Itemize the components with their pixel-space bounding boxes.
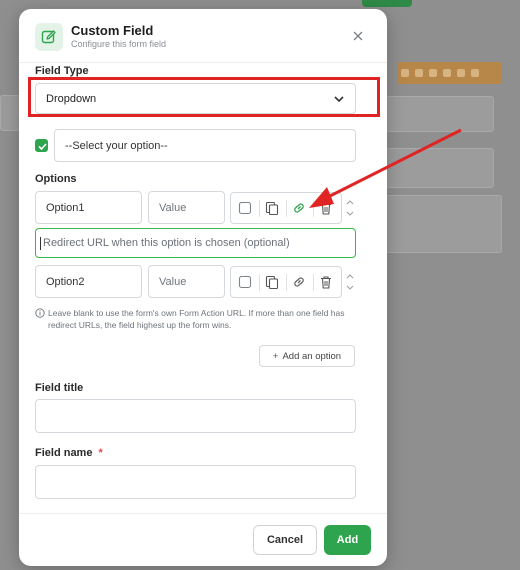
redirect-note-text: Leave blank to use the form's own Form A… bbox=[48, 308, 345, 330]
field-title-label: Field title bbox=[35, 382, 84, 394]
field-type-label: Field Type bbox=[35, 65, 89, 77]
dialog-subtitle: Configure this form field bbox=[71, 39, 167, 49]
option-name-input[interactable]: Option1 bbox=[35, 191, 142, 224]
option-value-input[interactable]: Value bbox=[148, 191, 225, 224]
option-name-value: Option1 bbox=[46, 201, 85, 214]
option-value-placeholder: Value bbox=[159, 201, 187, 214]
trash-icon[interactable] bbox=[317, 199, 335, 217]
background-panel bbox=[386, 195, 502, 253]
default-option-checkbox[interactable] bbox=[35, 139, 48, 152]
option-name-input[interactable]: Option2 bbox=[35, 265, 142, 298]
dialog-footer: Cancel Add bbox=[19, 513, 387, 566]
option-actions bbox=[230, 266, 342, 298]
check-icon bbox=[38, 143, 47, 151]
chevron-down-icon bbox=[334, 96, 344, 103]
info-icon bbox=[35, 308, 45, 318]
option-value-input[interactable]: Value bbox=[148, 265, 225, 298]
copy-icon[interactable] bbox=[263, 273, 281, 291]
cancel-button[interactable]: Cancel bbox=[253, 525, 317, 555]
edit-icon bbox=[35, 23, 63, 51]
redirect-url-placeholder: Redirect URL when this option is chosen … bbox=[43, 237, 290, 249]
custom-field-dialog: Custom Field Configure this form field F… bbox=[19, 9, 387, 566]
add-option-button[interactable]: + Add an option bbox=[259, 345, 355, 367]
options-label: Options bbox=[35, 173, 77, 185]
field-type-value: Dropdown bbox=[46, 92, 97, 105]
field-name-label: Field name * bbox=[35, 447, 103, 459]
reorder-arrows-icon[interactable] bbox=[345, 271, 355, 293]
add-button[interactable]: Add bbox=[324, 525, 371, 555]
option-checkbox[interactable] bbox=[236, 273, 254, 291]
dialog-title: Custom Field bbox=[71, 23, 154, 38]
background-toolbar bbox=[398, 62, 502, 84]
add-option-label: Add an option bbox=[282, 350, 342, 362]
field-type-select[interactable]: Dropdown bbox=[35, 83, 356, 114]
background-panel bbox=[386, 148, 494, 188]
plus-icon: + bbox=[272, 350, 279, 362]
field-name-input[interactable] bbox=[35, 465, 356, 499]
close-icon[interactable] bbox=[349, 27, 367, 45]
option-checkbox[interactable] bbox=[236, 199, 254, 217]
required-mark: * bbox=[98, 447, 103, 459]
option-name-value: Option2 bbox=[46, 275, 85, 288]
link-icon[interactable] bbox=[290, 273, 308, 291]
field-name-label-text: Field name bbox=[35, 447, 93, 459]
default-option-value: --Select your option-- bbox=[65, 139, 168, 152]
field-title-input[interactable] bbox=[35, 399, 356, 433]
link-icon[interactable] bbox=[290, 199, 308, 217]
background-panel bbox=[0, 95, 20, 131]
option-actions bbox=[230, 192, 342, 224]
redirect-note: Leave blank to use the form's own Form A… bbox=[35, 307, 357, 331]
background-button bbox=[362, 0, 412, 7]
default-option-input[interactable]: --Select your option-- bbox=[54, 129, 356, 162]
reorder-arrows-icon[interactable] bbox=[345, 197, 355, 219]
option-value-placeholder: Value bbox=[159, 275, 187, 288]
background-panel bbox=[386, 96, 494, 132]
copy-icon[interactable] bbox=[263, 199, 281, 217]
trash-icon[interactable] bbox=[317, 273, 335, 291]
dialog-header: Custom Field Configure this form field bbox=[19, 9, 387, 63]
redirect-url-input[interactable]: Redirect URL when this option is chosen … bbox=[35, 228, 356, 258]
